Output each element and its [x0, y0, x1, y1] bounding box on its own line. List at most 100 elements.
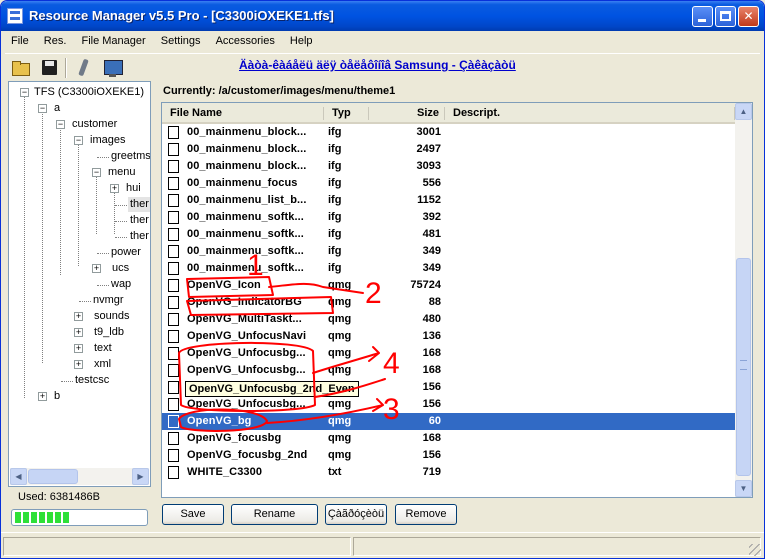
resize-grip-icon[interactable] — [749, 544, 761, 556]
menu-settings[interactable]: Settings — [155, 33, 207, 47]
expand-icon[interactable]: + — [74, 312, 83, 321]
tree-node-testcsc[interactable]: testcsc — [75, 373, 109, 388]
table-row[interactable]: 00_mainmenu_block... ifg 3093 — [162, 158, 736, 175]
file-icon — [168, 313, 179, 326]
table-row[interactable]: 00_mainmenu_softk... ifg 392 — [162, 209, 736, 226]
scroll-right-icon[interactable]: ▶ — [132, 468, 149, 485]
scroll-left-icon[interactable]: ◀ — [10, 468, 27, 485]
collapse-icon[interactable]: − — [38, 104, 47, 113]
collapse-icon[interactable]: − — [20, 88, 29, 97]
expand-icon[interactable]: + — [74, 344, 83, 353]
tree-node-sounds[interactable]: sounds — [94, 309, 129, 324]
tree-node-b[interactable]: b — [54, 389, 60, 404]
table-row[interactable]: 00_mainmenu_block... ifg 3001 — [162, 124, 736, 141]
scroll-down-icon[interactable]: ▼ — [735, 480, 752, 497]
tree-node-a[interactable]: a — [54, 101, 60, 116]
save-icon[interactable] — [40, 58, 60, 78]
file-type-cell: ifg — [328, 177, 342, 189]
table-row[interactable]: 00_mainmenu_block... ifg 2497 — [162, 141, 736, 158]
table-row[interactable]: OpenVG_Unfocusbg... qmg 168 — [162, 345, 736, 362]
tree-node-theme[interactable]: ther — [130, 213, 149, 228]
table-row[interactable]: OpenVG_UnfocusNavi qmg 136 — [162, 328, 736, 345]
collapse-icon[interactable]: − — [74, 136, 83, 145]
tree-node-theme[interactable]: ther — [130, 229, 149, 244]
table-row[interactable]: WHITE_C3300 txt 719 — [162, 464, 736, 481]
minimize-button[interactable] — [692, 6, 713, 27]
folder-tree[interactable]: − TFS (C3300iOXEKE1) − a − customer − im… — [8, 81, 151, 487]
tree-node-text[interactable]: text — [94, 341, 112, 356]
tree-horizontal-scrollbar[interactable]: ◀ ▶ — [10, 468, 149, 485]
menu-help[interactable]: Help — [284, 33, 319, 47]
table-row[interactable]: OpenVG_IndicatorBG qmg 88 — [162, 294, 736, 311]
monitor-icon[interactable] — [103, 58, 123, 78]
file-size-cell: 556 — [422, 177, 441, 189]
collapse-icon[interactable]: − — [92, 168, 101, 177]
remove-button[interactable]: Remove — [395, 504, 457, 525]
promo-link[interactable]: Äàòà-êàáåëü äëÿ òåëåôîíîâ Samsung - Çàêà… — [239, 58, 516, 72]
tree-node-greetms[interactable]: greetms — [111, 149, 150, 164]
column-description[interactable]: Descript. — [445, 103, 735, 124]
file-size-cell: 168 — [422, 432, 441, 444]
tree-node-customer[interactable]: customer — [72, 117, 117, 132]
tree-node-hui[interactable]: hui — [126, 181, 141, 196]
tree-node-power[interactable]: power — [111, 245, 141, 260]
expand-icon[interactable]: + — [92, 264, 101, 273]
table-row[interactable]: OpenVG_Unfocusbg... qmg 168 — [162, 362, 736, 379]
tree-node-ucs[interactable]: ucs — [112, 261, 129, 276]
table-row[interactable]: OpenVG_focusbg qmg 168 — [162, 430, 736, 447]
file-size-cell: 349 — [422, 245, 441, 257]
table-row[interactable]: OpenVG_MultiTaskt... qmg 480 — [162, 311, 736, 328]
app-window: Resource Manager v5.5 Pro - [C3300iOXEKE… — [0, 0, 765, 559]
tree-node-wap[interactable]: wap — [111, 277, 131, 292]
file-icon — [168, 160, 179, 173]
title-bar[interactable]: Resource Manager v5.5 Pro - [C3300iOXEKE… — [1, 1, 764, 31]
collapse-icon[interactable]: − — [56, 120, 65, 129]
expand-icon[interactable]: + — [74, 360, 83, 369]
tree-node-images[interactable]: images — [90, 133, 125, 148]
open-folder-icon[interactable] — [11, 58, 31, 78]
tree-node-theme[interactable]: ther — [128, 197, 150, 212]
file-vertical-scrollbar[interactable]: ▲ ▼ — [735, 103, 752, 497]
file-icon — [168, 347, 179, 360]
table-row[interactable]: 00_mainmenu_softk... ifg 481 — [162, 226, 736, 243]
column-type[interactable]: Typ — [324, 103, 369, 124]
menu-file[interactable]: File — [5, 33, 35, 47]
column-size[interactable]: Size — [369, 103, 445, 124]
menu-res[interactable]: Res. — [38, 33, 73, 47]
load-button[interactable]: Çàãðóçèòü — [325, 504, 387, 525]
menu-file-manager[interactable]: File Manager — [75, 33, 151, 47]
file-size-cell: 168 — [422, 364, 441, 376]
tree-guide — [61, 381, 73, 382]
table-row[interactable]: 00_mainmenu_list_b... ifg 1152 — [162, 192, 736, 209]
close-button[interactable]: ✕ — [738, 6, 759, 27]
maximize-button[interactable] — [715, 6, 736, 27]
rename-button[interactable]: Rename — [231, 504, 318, 525]
scroll-thumb[interactable] — [736, 258, 751, 476]
tree-node-menu[interactable]: menu — [108, 165, 136, 180]
scroll-thumb[interactable] — [28, 469, 78, 484]
scroll-up-icon[interactable]: ▲ — [735, 103, 752, 120]
wrench-icon[interactable] — [73, 58, 93, 78]
save-button[interactable]: Save — [162, 504, 224, 525]
file-icon — [168, 143, 179, 156]
file-name-cell: OpenVG_UnfocusNavi — [187, 330, 307, 342]
table-row[interactable]: OpenVG_Icon qmg 75724 — [162, 277, 736, 294]
expand-icon[interactable]: + — [38, 392, 47, 401]
tree-node-nvmgr[interactable]: nvmgr — [93, 293, 124, 308]
table-row[interactable]: OpenVG_Unfocusbg... qmg 156 — [162, 396, 736, 413]
file-list[interactable]: File Name Typ Size Descript. 00_mainmenu… — [161, 102, 753, 498]
table-row[interactable]: OpenVG_bg qmg 60 — [162, 413, 736, 430]
table-row[interactable]: OpenVG_focusbg_2nd qmg 156 — [162, 447, 736, 464]
file-type-cell: ifg — [328, 143, 342, 155]
tree-node-xml[interactable]: xml — [94, 357, 111, 372]
menu-accessories[interactable]: Accessories — [210, 33, 281, 47]
column-file-name[interactable]: File Name — [162, 103, 324, 124]
table-row[interactable]: 00_mainmenu_softk... ifg 349 — [162, 243, 736, 260]
used-space-label: Used: 6381486B — [18, 491, 100, 503]
expand-icon[interactable]: + — [110, 184, 119, 193]
expand-icon[interactable]: + — [74, 328, 83, 337]
table-row[interactable]: 00_mainmenu_softk... ifg 349 — [162, 260, 736, 277]
tree-node-root[interactable]: TFS (C3300iOXEKE1) — [34, 85, 144, 100]
tree-node-t9-ldb[interactable]: t9_ldb — [94, 325, 124, 340]
table-row[interactable]: 00_mainmenu_focus ifg 556 — [162, 175, 736, 192]
